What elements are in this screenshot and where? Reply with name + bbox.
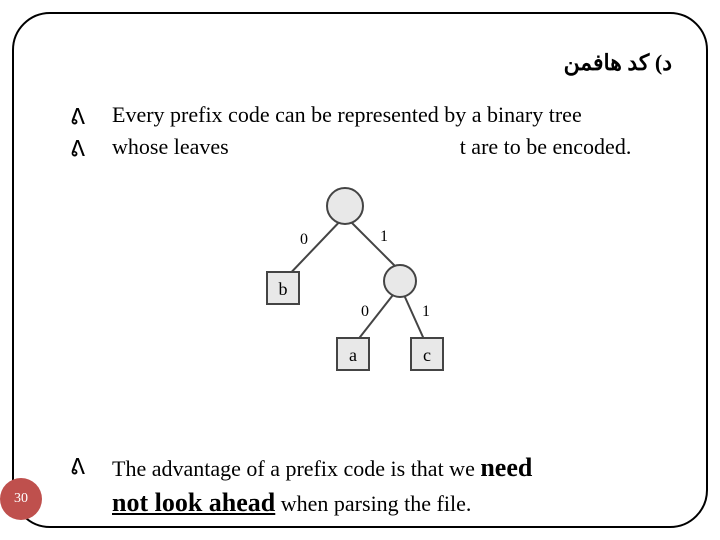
bullet-1-text: Every prefix code can be represented by … [112, 102, 582, 127]
bullet-icon: ᕕ [70, 102, 85, 132]
internal-node [384, 265, 416, 297]
binary-tree-diagram: b a c 0 1 0 1 [245, 186, 445, 376]
edge-label-root-right: 1 [380, 228, 388, 245]
bullet-item-3: ᕕ The advantage of a prefix code is that… [70, 450, 682, 520]
bullet-item-2: ᕕ whose leaves t are to be encoded. [70, 132, 682, 162]
leaf-c-label: c [423, 345, 431, 365]
advantage-block: ᕕ The advantage of a prefix code is that… [70, 450, 682, 522]
content-area: ᕕ Every prefix code can be represented b… [70, 100, 682, 163]
advantage-need: need [480, 453, 532, 482]
page-number: 30 [14, 491, 28, 507]
leaf-b-label: b [279, 279, 288, 299]
edge-label-mid-right: 1 [422, 303, 430, 320]
page-number-badge: 30 [0, 478, 42, 520]
leaf-a-label: a [349, 345, 357, 365]
bullet-2-text-b: t are to be encoded. [460, 134, 632, 159]
bullet-item-1: ᕕ Every prefix code can be represented b… [70, 100, 682, 130]
slide: د) کد هافمن ᕕ Every prefix code can be r… [0, 0, 720, 540]
slide-title: د) کد هافمن [564, 50, 672, 76]
edge-root-right [345, 216, 400, 271]
bullet-icon: ᕕ [70, 452, 85, 482]
advantage-notlook: not look ahead [112, 488, 275, 517]
edge-label-root-left: 0 [300, 231, 308, 248]
advantage-tail: when parsing the file. [275, 491, 471, 516]
bullet-2-text-a: whose leaves [112, 134, 229, 159]
bullet-icon: ᕕ [70, 134, 85, 164]
advantage-lead: The advantage of a prefix code is that w… [112, 456, 480, 481]
root-node [327, 188, 363, 224]
edge-label-mid-left: 0 [361, 303, 369, 320]
